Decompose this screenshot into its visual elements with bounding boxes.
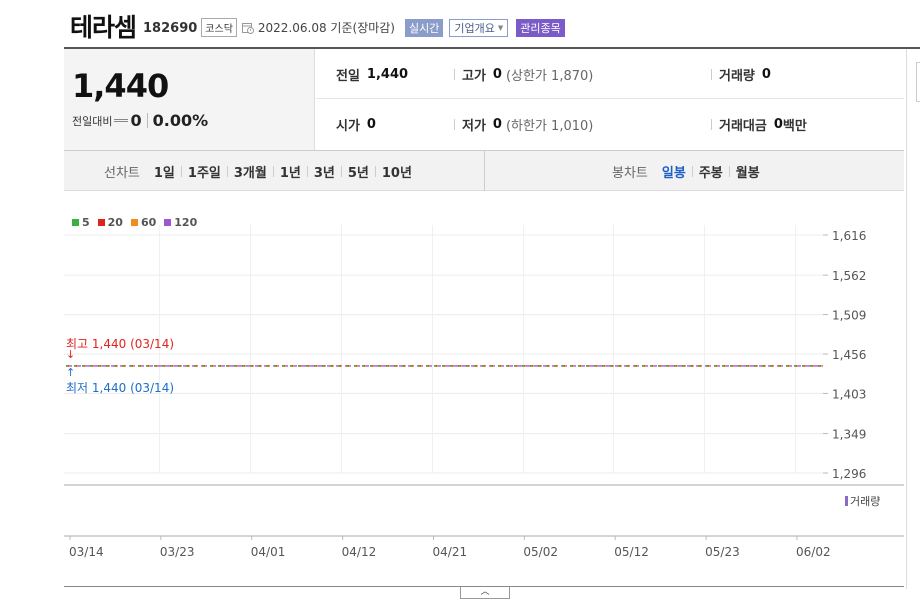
side-panel-edge <box>906 49 920 589</box>
arrow-up-icon: ↑ <box>66 366 76 379</box>
y-tick-label: 1,509 <box>832 309 866 323</box>
x-tick-label: 04/01 <box>251 545 286 559</box>
y-tick-label: 1,562 <box>832 269 866 283</box>
chevron-up-icon: ︿ <box>480 587 490 597</box>
x-tick-label: 03/23 <box>160 545 195 559</box>
x-tick-label: 06/02 <box>796 545 831 559</box>
arrow-down-icon: ↓ <box>66 348 76 361</box>
x-tick-label: 04/12 <box>342 545 377 559</box>
volume-legend: 거래량 <box>845 493 880 509</box>
low-annotation: 최저 1,440 (03/14) <box>66 381 175 395</box>
y-tick-label: 1,349 <box>832 428 866 442</box>
side-panel-tab <box>916 62 920 102</box>
x-tick-label: 05/02 <box>523 545 558 559</box>
x-tick-label: 05/12 <box>614 545 649 559</box>
price-chart: 1,616 1,562 1,509 1,456 1,403 1,349 1,296 03/14… <box>64 225 904 559</box>
y-tick-label: 1,616 <box>832 229 866 243</box>
collapse-button[interactable]: ︿ <box>460 587 510 599</box>
y-tick-label: 1,456 <box>832 348 866 362</box>
y-tick-label: 1,296 <box>832 467 866 481</box>
high-annotation: 최고 1,440 (03/14) <box>66 337 175 351</box>
volume-legend-label: 거래량 <box>850 495 881 508</box>
x-tick-label: 05/23 <box>705 545 740 559</box>
x-tick-label: 03/14 <box>69 545 104 559</box>
volume-swatch <box>845 496 848 506</box>
y-tick-label: 1,403 <box>832 387 866 401</box>
x-tick-label: 04/21 <box>433 545 468 559</box>
